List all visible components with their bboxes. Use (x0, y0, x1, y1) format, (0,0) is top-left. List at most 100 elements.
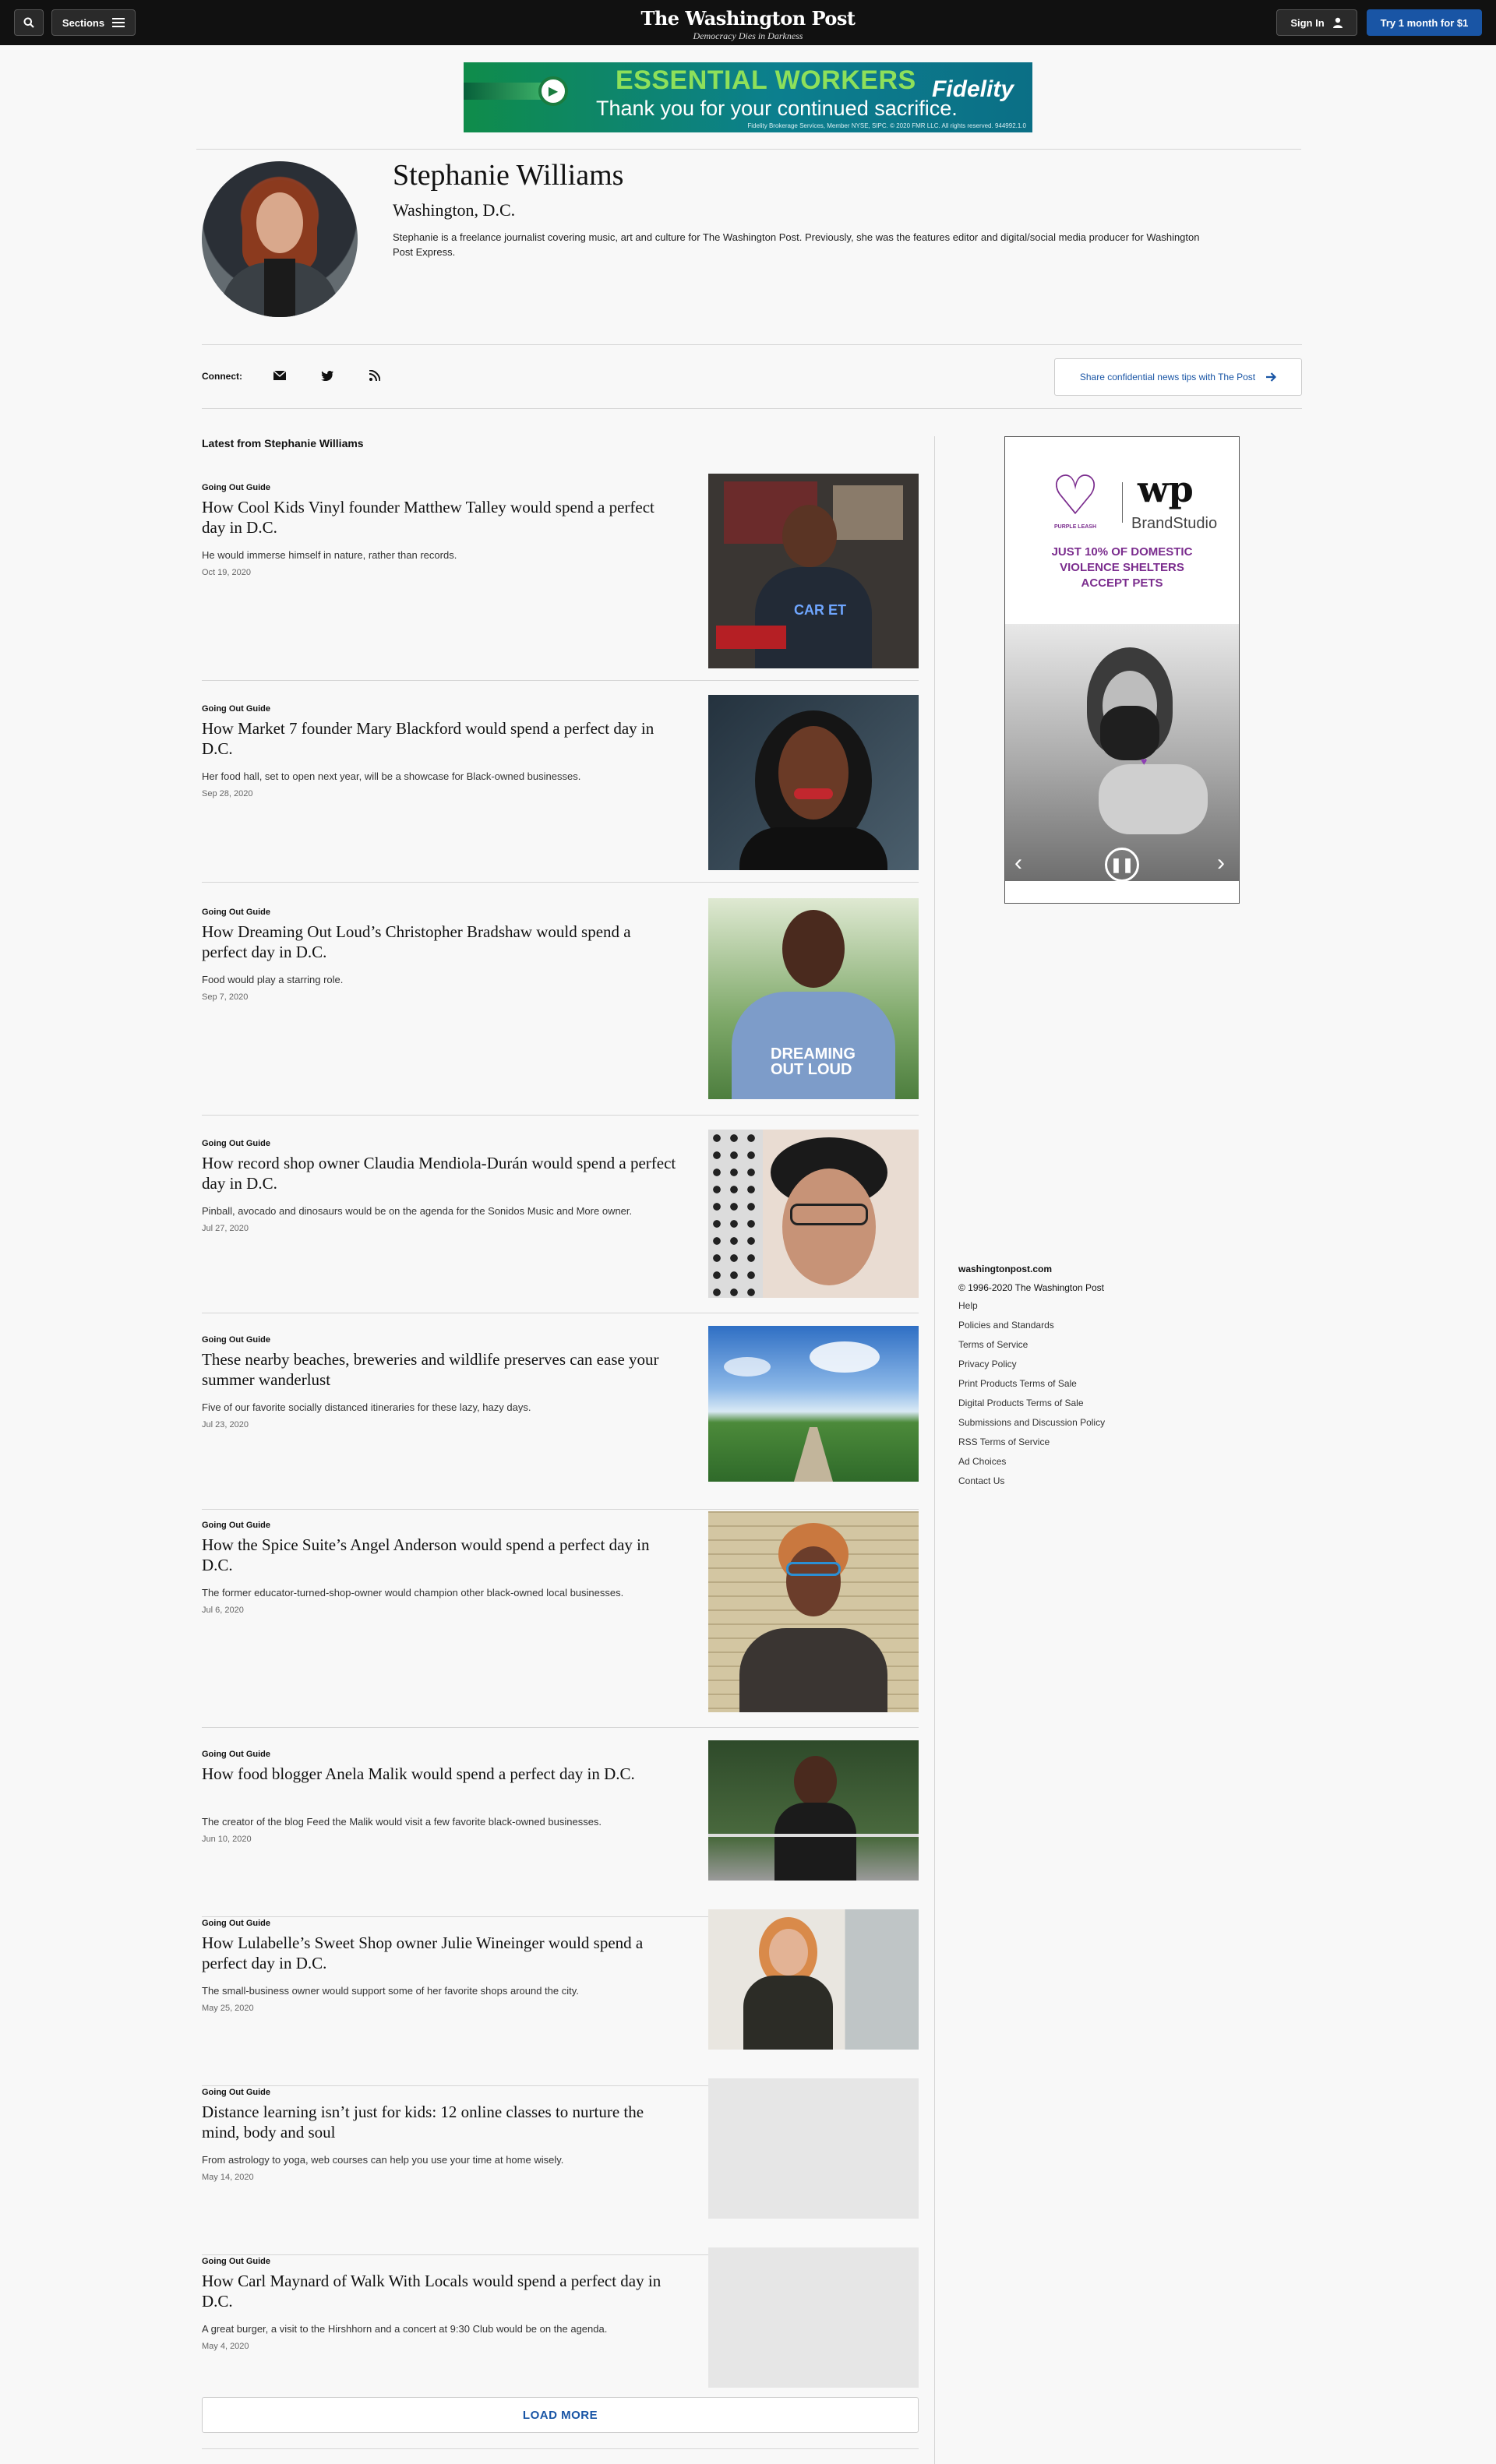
article-kicker[interactable]: Going Out Guide (202, 1139, 270, 1148)
chevron-right-icon[interactable]: › (1217, 850, 1225, 876)
arrow-right-icon (1266, 372, 1277, 382)
rss-icon[interactable] (364, 365, 386, 386)
article-title[interactable]: How Lulabelle’s Sweet Shop owner Julie W… (202, 1933, 677, 1973)
footer: washingtonpost.com © 1996-2020 The Washi… (958, 1264, 1105, 1495)
article-title[interactable]: How the Spice Suite’s Angel Anderson wou… (202, 1535, 677, 1575)
article-blurb: The small-business owner would support s… (202, 1985, 579, 1997)
purple-heart-icon: ♥ (1141, 755, 1148, 767)
article-kicker[interactable]: Going Out Guide (202, 1335, 270, 1345)
subscribe-button[interactable]: Try 1 month for $1 (1367, 9, 1482, 36)
article-date: Sep 7, 2020 (202, 992, 249, 1002)
sign-in-label: Sign In (1290, 16, 1325, 29)
article-blurb: He would immerse himself in nature, rath… (202, 549, 457, 561)
site-logo[interactable]: The Washington Post Democracy Dies in Da… (0, 7, 1496, 42)
article-thumbnail[interactable] (708, 1909, 919, 2050)
ad-subline: Thank you for your continued sacrifice. (596, 97, 958, 120)
article-title[interactable]: How Cool Kids Vinyl founder Matthew Tall… (202, 497, 677, 538)
article-divider (202, 1509, 919, 1510)
side-ad[interactable]: ♡ PURPLE LEASH wp BrandStudio JUST 10% O… (1004, 436, 1240, 904)
load-more-button[interactable]: LOAD MORE (202, 2397, 919, 2433)
footer-copyright: © 1996-2020 The Washington Post (958, 1282, 1104, 1293)
article-kicker[interactable]: Going Out Guide (202, 704, 270, 714)
pause-icon[interactable]: ❚❚ (1105, 848, 1139, 882)
article-kicker[interactable]: Going Out Guide (202, 908, 270, 917)
article-divider (202, 1727, 919, 1728)
article-title[interactable]: Distance learning isn’t just for kids: 1… (202, 2102, 677, 2142)
footer-link[interactable]: Print Products Terms of Sale (958, 1378, 1105, 1398)
article-date: May 14, 2020 (202, 2173, 254, 2182)
connect-label: Connect: (202, 371, 242, 382)
wp-logo: wp (1138, 468, 1194, 510)
latest-heading: Latest from Stephanie Williams (202, 437, 364, 449)
article-thumbnail[interactable] (708, 1740, 919, 1881)
ad-brand: Fidelity (931, 76, 1014, 102)
footer-link[interactable]: Terms of Service (958, 1339, 1105, 1359)
article-blurb: The former educator-turned-shop-owner wo… (202, 1587, 624, 1599)
footer-site[interactable]: washingtonpost.com (958, 1264, 1105, 1274)
article-blurb: Five of our favorite socially distanced … (202, 1401, 531, 1413)
footer-link[interactable]: Help (958, 1300, 1105, 1320)
footer-link[interactable]: RSS Terms of Service (958, 1436, 1105, 1456)
divider (202, 2448, 919, 2449)
email-icon[interactable] (269, 365, 291, 386)
footer-link[interactable]: Policies and Standards (958, 1320, 1105, 1339)
ad-brand-right: BrandStudio (1131, 515, 1218, 532)
article-thumbnail[interactable]: DREAMING OUT LOUD (708, 898, 919, 1099)
divider (202, 344, 1302, 345)
news-tips-label: Share confidential news tips with The Po… (1079, 372, 1256, 382)
article-title[interactable]: How Market 7 founder Mary Blackford woul… (202, 718, 677, 759)
article-date: May 25, 2020 (202, 2004, 254, 2013)
article-blurb: Food would play a starring role. (202, 974, 344, 985)
column-divider (934, 436, 935, 2464)
article-date: Sep 28, 2020 (202, 789, 253, 798)
article-title[interactable]: How record shop owner Claudia Mendiola-D… (202, 1153, 677, 1193)
footer-link[interactable]: Submissions and Discussion Policy (958, 1417, 1105, 1436)
article-date: Jul 23, 2020 (202, 1420, 249, 1429)
ad-arrow-bar (464, 83, 549, 100)
author-location: Washington, D.C. (393, 200, 516, 220)
article-kicker[interactable]: Going Out Guide (202, 1521, 270, 1530)
sign-in-button[interactable]: Sign In (1276, 9, 1357, 36)
article-title[interactable]: How food blogger Anela Malik would spend… (202, 1764, 677, 1784)
ad-headline: ESSENTIAL WORKERS (616, 65, 916, 95)
article-thumbnail[interactable] (708, 2247, 919, 2388)
footer-link[interactable]: Digital Products Terms of Sale (958, 1398, 1105, 1417)
banner-ad[interactable]: ▶ ESSENTIAL WORKERS Thank you for your c… (464, 62, 1032, 132)
author-name: Stephanie Williams (393, 159, 624, 192)
news-tips-button[interactable]: Share confidential news tips with The Po… (1054, 358, 1302, 396)
article-blurb: The creator of the blog Feed the Malik w… (202, 1816, 602, 1828)
article-thumbnail[interactable] (708, 1511, 919, 1712)
article-kicker[interactable]: Going Out Guide (202, 2257, 270, 2266)
article-kicker[interactable]: Going Out Guide (202, 1750, 270, 1759)
chevron-left-icon[interactable]: ‹ (1014, 850, 1022, 876)
article-date: Oct 19, 2020 (202, 568, 251, 577)
divider (202, 408, 1302, 409)
ad-fine-print: Fidelity Brokerage Services, Member NYSE… (747, 122, 1026, 129)
footer-link[interactable]: Ad Choices (958, 1456, 1105, 1475)
article-title[interactable]: How Carl Maynard of Walk With Locals wou… (202, 2271, 677, 2311)
ad-brand-left: PURPLE LEASH (1053, 524, 1097, 530)
article-title[interactable]: These nearby beaches, breweries and wild… (202, 1349, 677, 1390)
footer-link[interactable]: Privacy Policy (958, 1359, 1105, 1378)
article-kicker[interactable]: Going Out Guide (202, 1919, 270, 1928)
article-thumbnail[interactable] (708, 1326, 919, 1482)
top-navigation-bar: Sections The Washington Post Democracy D… (0, 0, 1496, 45)
article-thumbnail[interactable] (708, 2078, 919, 2219)
logo-wordmark: The Washington Post (640, 7, 856, 30)
article-title[interactable]: How Dreaming Out Loud’s Christopher Brad… (202, 922, 677, 962)
twitter-icon[interactable] (316, 365, 338, 386)
article-thumbnail[interactable] (708, 695, 919, 870)
article-thumbnail[interactable] (708, 1130, 919, 1298)
divider (196, 149, 1301, 150)
ad-message: JUST 10% OF DOMESTIC VIOLENCE SHELTERS A… (1051, 545, 1193, 590)
footer-link[interactable]: Contact Us (958, 1475, 1105, 1495)
author-bio: Stephanie is a freelance journalist cove… (393, 231, 1200, 258)
article-blurb: A great burger, a visit to the Hirshhorn… (202, 2323, 608, 2335)
article-date: Jul 27, 2020 (202, 1224, 249, 1233)
article-kicker[interactable]: Going Out Guide (202, 2088, 270, 2097)
article-thumbnail[interactable]: CAR ET (708, 474, 919, 668)
article-kicker[interactable]: Going Out Guide (202, 483, 270, 492)
article-blurb: From astrology to yoga, web courses can … (202, 2154, 564, 2166)
user-icon (1332, 17, 1343, 28)
article-divider (202, 1115, 919, 1116)
